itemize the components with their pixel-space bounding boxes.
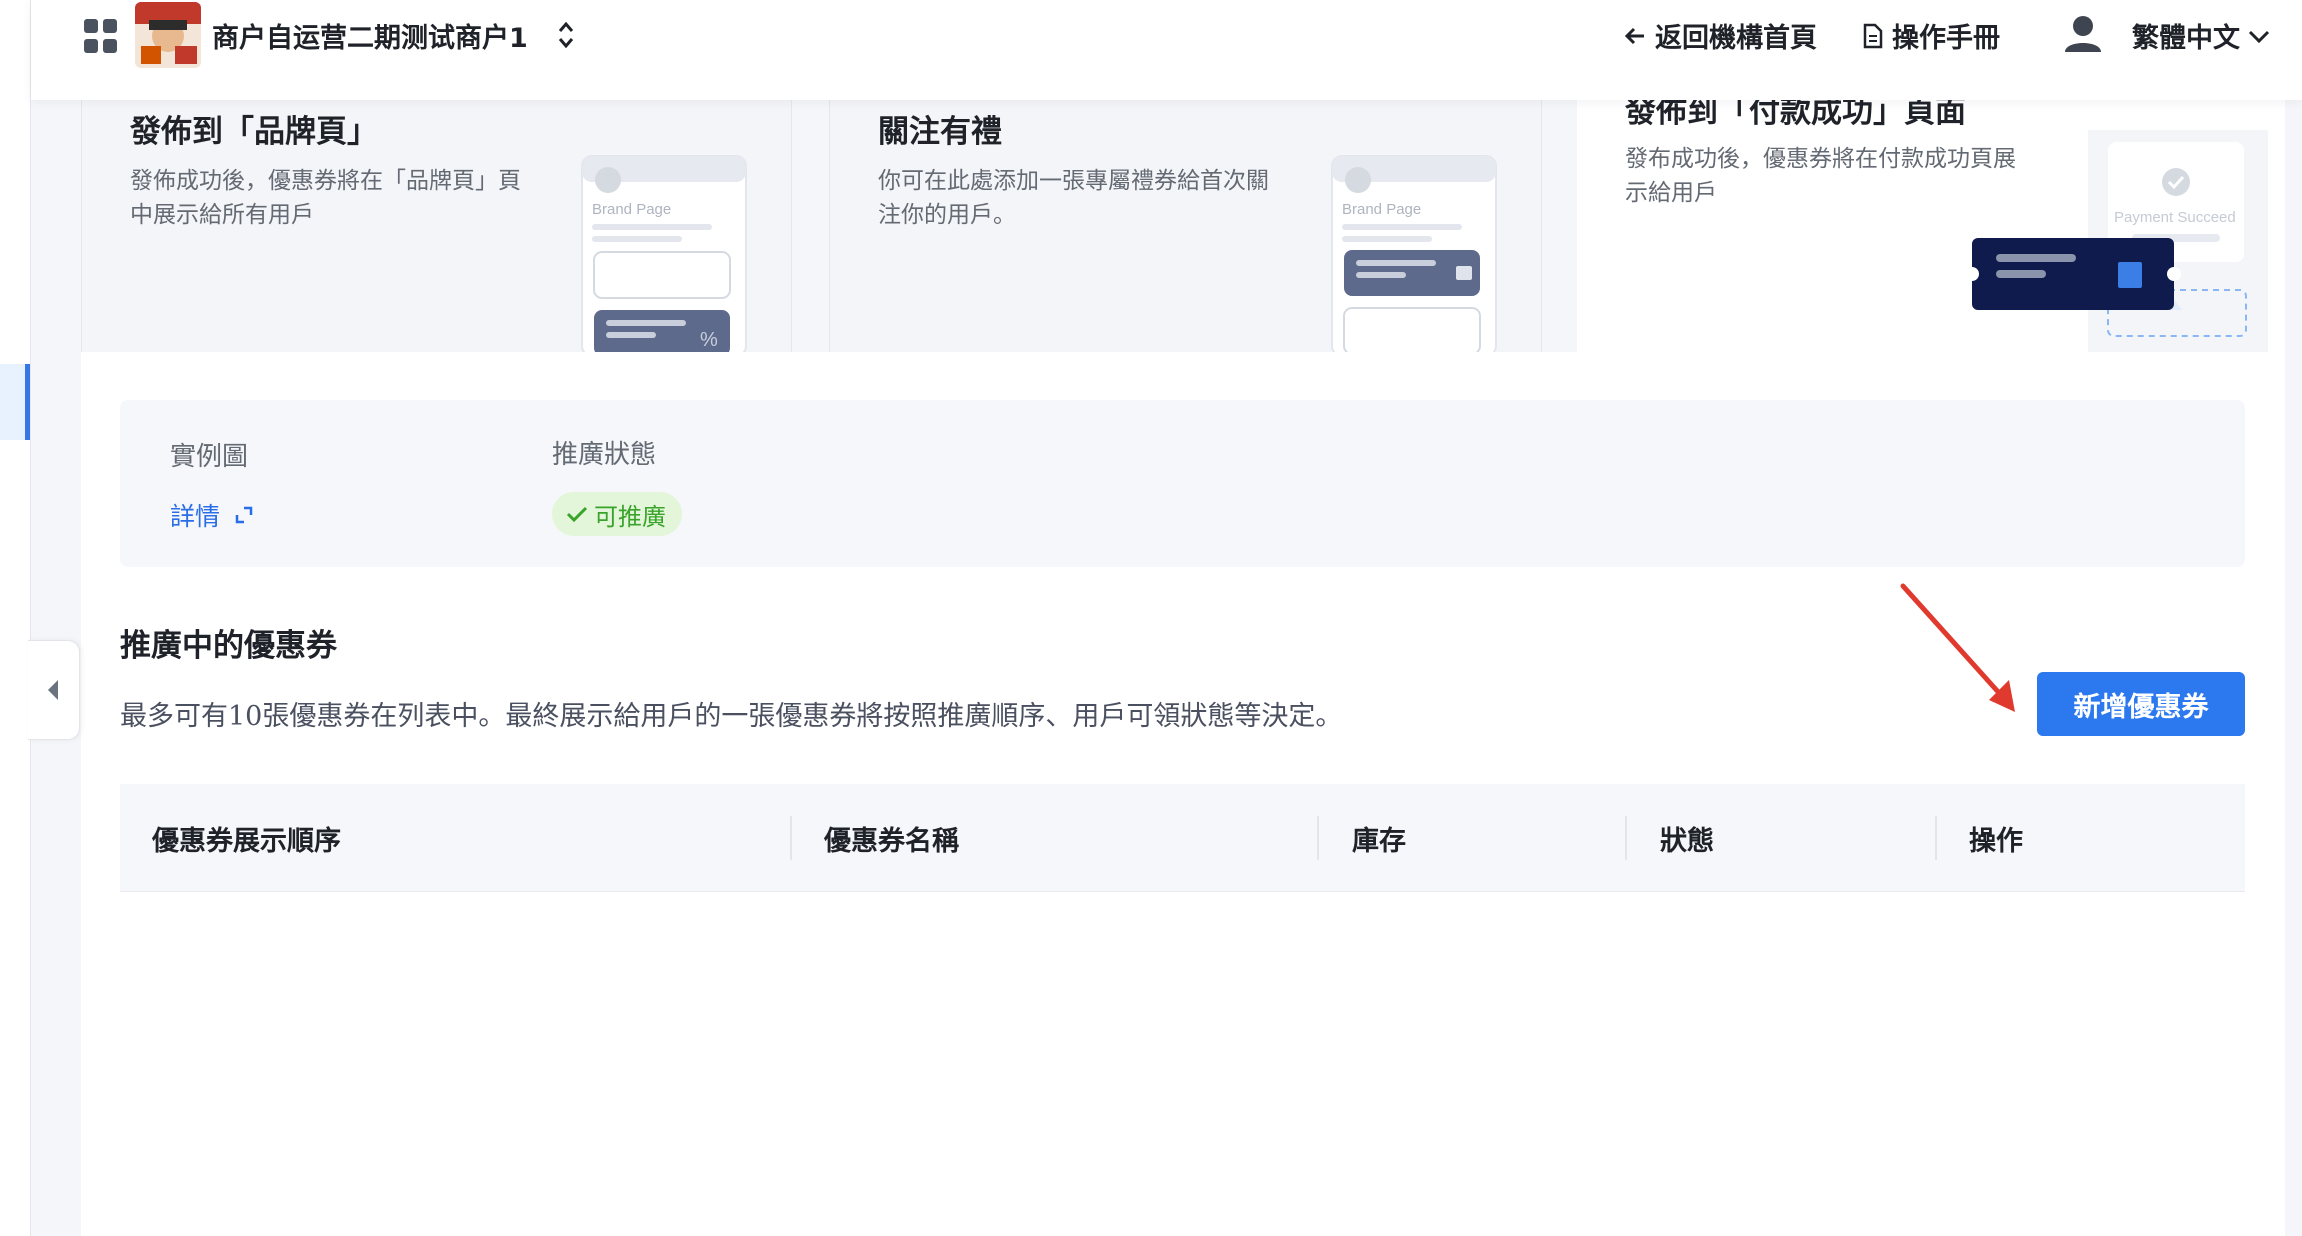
column-header-actions: 操作 [1969,825,2023,857]
document-icon [1863,23,1883,48]
status-badge: 可推廣 [552,492,682,536]
column-header-coupon-name: 優惠券名稱 [824,825,959,857]
promo-card-payment-success[interactable]: 發佈到「付款成功」頁面 發布成功後，優惠券將在付款成功頁展示給用戶 Paymen… [1577,100,2285,352]
nav-active-indicator[interactable] [0,364,30,440]
back-to-home-label: 返回機構首頁 [1655,23,1817,54]
main-content: 發佈到「品牌頁」 發佈成功後，優惠券將在「品牌頁」頁中展示給所有用戶 Brand… [81,100,2285,1236]
promo-card-follow-gift[interactable]: 關注有禮 你可在此處添加一張專屬禮券給首次關注你的用戶。 Brand Page [829,100,1542,352]
collapse-sidebar-button[interactable] [28,640,80,740]
section-description: 最多可有10張優惠券在列表中。最終展示給用戶的一張優惠券將按照推廣順序、用戶可領… [120,701,1343,732]
merchant-name[interactable]: 商户自运营二期测试商户1 [212,16,528,55]
left-nav-strip [0,0,31,1236]
user-icon[interactable] [2063,14,2103,54]
switch-merchant-icon[interactable] [556,20,576,50]
status-value: 可推廣 [594,502,666,531]
promo-card-title: 發佈到「付款成功」頁面 [1625,100,1966,130]
chevron-down-icon [2248,30,2270,43]
example-label: 實例圖 [170,442,249,472]
promo-card-title: 發佈到「品牌頁」 [130,114,378,150]
column-header-status: 狀態 [1660,825,1714,857]
promo-card-description: 發佈成功後，優惠券將在「品牌頁」頁中展示給所有用戶 [130,168,521,228]
merchant-avatar [135,2,201,68]
manual-link[interactable]: 操作手冊 [1862,16,2000,55]
language-select[interactable]: 繁體中文 [2132,16,2270,55]
chevron-left-icon [47,680,58,700]
apps-grid-icon[interactable] [84,19,118,53]
back-to-home-link[interactable]: 返回機構首頁 [1623,16,1817,55]
language-label: 繁體中文 [2132,23,2240,54]
table-header-row: 優惠券展示順序 優惠券名稱 庫存 狀態 操作 [120,784,2245,892]
illus-label: Brand Page [592,201,671,218]
promo-card-description: 發布成功後，優惠券將在付款成功頁展示給用戶 [1625,146,2016,206]
check-icon [566,506,588,523]
status-label: 推廣狀態 [552,440,657,470]
detail-link-label: 詳情 [170,502,221,531]
payment-success-illustration: Payment Succeed [1972,130,2268,352]
top-bar: 商户自运营二期测试商户1 返回機構首頁 操作手冊 繁體中文 [31,0,2302,100]
follow-gift-illustration: Brand Page [1331,155,1497,352]
add-coupon-button[interactable]: 新增優惠券 [2037,672,2245,736]
expand-icon [235,506,253,524]
illus-label: Payment Succeed [2114,209,2236,226]
detail-link[interactable]: 詳情 [170,497,254,533]
svg-text:%: % [700,329,718,351]
brand-page-illustration: Brand Page % [581,155,747,352]
manual-label: 操作手冊 [1892,23,2000,54]
promo-card-brand-page[interactable]: 發佈到「品牌頁」 發佈成功後，優惠券將在「品牌頁」頁中展示給所有用戶 Brand… [81,100,792,352]
promotion-info-panel: 實例圖 詳情 推廣狀態 可推廣 [120,400,2245,567]
column-header-display-order: 優惠券展示順序 [152,825,341,857]
coupon-table: 優惠券展示順序 優惠券名稱 庫存 狀態 操作 [120,784,2245,892]
illus-label: Brand Page [1342,201,1421,218]
promo-cards-row: 發佈到「品牌頁」 發佈成功後，優惠券將在「品牌頁」頁中展示給所有用戶 Brand… [81,100,2285,352]
annotation-arrow-icon [1900,583,2015,712]
promo-card-title: 關注有禮 [878,114,1002,150]
column-header-stock: 庫存 [1352,825,1406,857]
promo-card-description: 你可在此處添加一張專屬禮券給首次關注你的用戶。 [878,168,1269,228]
section-title: 推廣中的優惠券 [120,628,337,664]
arrow-left-icon [1624,27,1644,44]
